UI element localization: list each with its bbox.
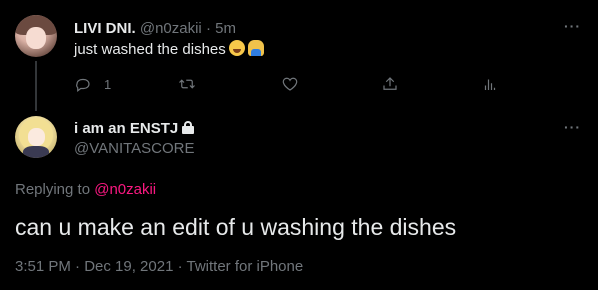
author-name[interactable]: LIVI DNI. — [74, 20, 136, 37]
analytics-icon — [484, 79, 496, 90]
like-button[interactable] — [281, 75, 299, 93]
author-name[interactable]: i am an ENSTJ — [74, 120, 178, 137]
avatar-clothing — [23, 146, 49, 158]
analytics-button[interactable] — [481, 75, 499, 93]
more-options-icon[interactable]: ··· — [564, 119, 581, 135]
avatar[interactable] — [15, 116, 57, 158]
avatar-face — [28, 128, 45, 146]
retweet-button[interactable] — [178, 75, 196, 93]
heart-icon — [282, 77, 298, 91]
replying-to-label: Replying to — [15, 181, 91, 198]
reply-count: 1 — [104, 76, 112, 92]
tweet-text-content: just washed the dishes — [74, 41, 226, 58]
avatar[interactable] — [15, 15, 57, 57]
tweet-text: can u make an edit of u washing the dish… — [15, 214, 457, 240]
author-handle[interactable]: @n0zakii — [140, 20, 202, 37]
time-ago[interactable]: 5m — [215, 20, 236, 37]
reply-icon — [76, 78, 90, 92]
tweet-header: LIVI DNI. @n0zakii · 5m — [74, 19, 236, 39]
avatar-face — [26, 27, 46, 49]
lock-icon — [182, 121, 195, 134]
more-options-icon[interactable]: ··· — [564, 18, 581, 34]
reply-button[interactable]: 1 — [74, 75, 111, 93]
parent-tweet[interactable]: LIVI DNI. @n0zakii · 5m ··· just washed … — [0, 0, 598, 111]
author-name-row: i am an ENSTJ — [74, 119, 195, 139]
share-icon — [383, 77, 397, 90]
retweet-icon — [179, 79, 195, 89]
replying-to: Replying to @n0zakii — [15, 180, 156, 200]
replying-to-mention[interactable]: @n0zakii — [94, 181, 156, 198]
tweet-text: just washed the dishes — [74, 40, 264, 60]
thread-line — [35, 61, 37, 111]
face-with-tears-of-joy-icon — [228, 40, 245, 56]
person-facepalming-icon — [247, 40, 264, 56]
separator: · — [205, 20, 211, 37]
author-handle[interactable]: @VANITASCORE — [74, 139, 195, 159]
share-button[interactable] — [381, 75, 399, 93]
tweet-timestamp[interactable]: 3:51 PM · Dec 19, 2021 · Twitter for iPh… — [15, 257, 303, 277]
